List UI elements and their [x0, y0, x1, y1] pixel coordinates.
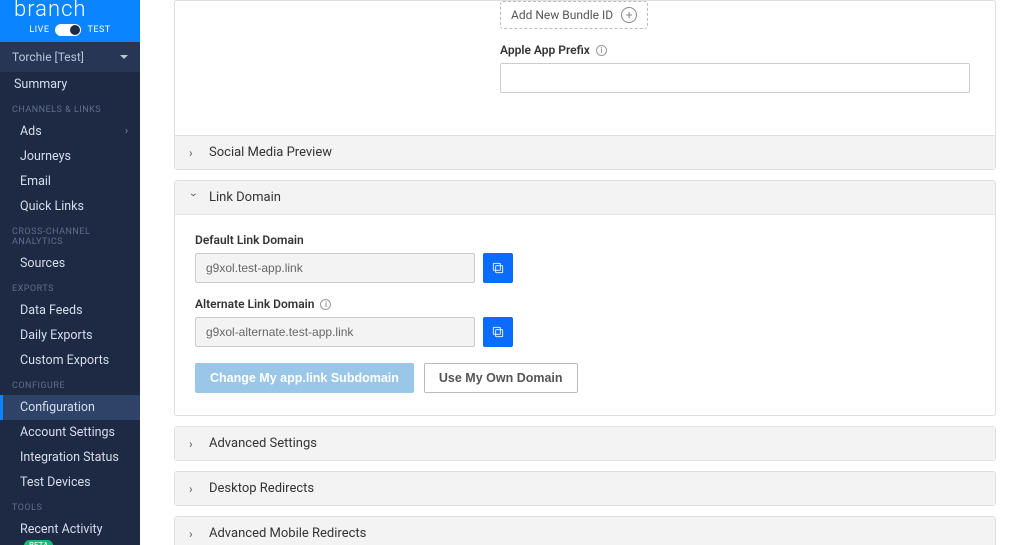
- sidebar-item-email[interactable]: Email: [0, 169, 140, 194]
- advanced-mobile-redirects-card: › Advanced Mobile Redirects: [174, 516, 996, 545]
- sidebar-item-label: Custom Exports: [20, 353, 109, 368]
- sidebar-heading: CONFIGURE: [0, 373, 140, 395]
- desktop-redirects-header[interactable]: › Desktop Redirects: [175, 472, 995, 505]
- sidebar-item-label: Email: [20, 174, 51, 189]
- info-icon[interactable]: i: [320, 299, 331, 310]
- sidebar-item-test-devices[interactable]: Test Devices: [0, 470, 140, 495]
- sidebar-heading: EXPORTS: [0, 276, 140, 298]
- chevron-right-icon: ›: [189, 482, 199, 496]
- caret-down-icon: [120, 55, 128, 59]
- sidebar-item-label: Ads: [20, 124, 42, 139]
- sidebar-item-label: Integration Status: [20, 450, 119, 465]
- sidebar-item-account-settings[interactable]: Account Settings: [0, 420, 140, 445]
- link-domain-header[interactable]: › Link Domain: [175, 181, 995, 214]
- advanced-settings-card: › Advanced Settings: [174, 426, 996, 461]
- env-test-label: TEST: [87, 25, 110, 35]
- apple-prefix-input[interactable]: [500, 63, 970, 93]
- sidebar-item-data-feeds[interactable]: Data Feeds: [0, 298, 140, 323]
- sidebar-item-quick-links[interactable]: Quick Links: [0, 194, 140, 219]
- sidebar-item-sources[interactable]: Sources: [0, 251, 140, 276]
- general-card: Add New Bundle ID + Apple App Prefix i ›…: [174, 0, 996, 170]
- sidebar-heading: CHANNELS & LINKS: [0, 97, 140, 119]
- chevron-right-icon: ›: [125, 126, 128, 137]
- apple-prefix-label: Apple App Prefix i: [500, 43, 975, 57]
- sidebar-item-label: Journeys: [20, 149, 71, 164]
- change-subdomain-button[interactable]: Change My app.link Subdomain: [195, 363, 414, 393]
- brand-logo: branch: [0, 0, 140, 22]
- section-title: Desktop Redirects: [209, 481, 314, 496]
- sidebar-heading: TOOLS: [0, 495, 140, 517]
- section-title: Link Domain: [209, 190, 281, 205]
- link-domain-card: › Link Domain Default Link Domain: [174, 180, 996, 416]
- advanced-mobile-redirects-header[interactable]: › Advanced Mobile Redirects: [175, 517, 995, 545]
- sidebar-item-summary[interactable]: Summary: [0, 72, 140, 97]
- main-content: Add New Bundle ID + Apple App Prefix i ›…: [140, 0, 1024, 545]
- sidebar-item-integration-status[interactable]: Integration Status: [0, 445, 140, 470]
- plus-circle-icon: +: [621, 7, 637, 23]
- sidebar-item-configuration[interactable]: Configuration: [0, 395, 140, 420]
- desktop-redirects-card: › Desktop Redirects: [174, 471, 996, 506]
- chevron-right-icon: ›: [189, 527, 199, 541]
- env-live-label: LIVE: [29, 25, 49, 35]
- social-media-preview-header[interactable]: › Social Media Preview: [175, 135, 995, 169]
- default-link-domain-input[interactable]: [195, 253, 475, 283]
- advanced-settings-header[interactable]: › Advanced Settings: [175, 427, 995, 460]
- add-bundle-button[interactable]: Add New Bundle ID +: [500, 1, 648, 29]
- sidebar-item-journeys[interactable]: Journeys: [0, 144, 140, 169]
- copy-icon: [491, 261, 505, 275]
- sidebar-item-custom-exports[interactable]: Custom Exports: [0, 348, 140, 373]
- copy-default-domain-button[interactable]: [483, 253, 513, 283]
- copy-alternate-domain-button[interactable]: [483, 317, 513, 347]
- chevron-right-icon: ›: [189, 146, 199, 160]
- sidebar-item-daily-exports[interactable]: Daily Exports: [0, 323, 140, 348]
- sidebar-item-label: Configuration: [20, 400, 95, 415]
- sidebar-item-label: Summary: [14, 77, 67, 92]
- copy-icon: [491, 325, 505, 339]
- sidebar-item-label: Recent Activity BETA: [20, 522, 128, 545]
- info-icon[interactable]: i: [596, 45, 607, 56]
- section-title: Advanced Mobile Redirects: [209, 526, 366, 541]
- alternate-link-domain-input[interactable]: [195, 317, 475, 347]
- beta-badge: BETA: [24, 540, 53, 545]
- sidebar-item-recent-activity[interactable]: Recent Activity BETA: [0, 517, 140, 545]
- sidebar-item-label: Account Settings: [20, 425, 115, 440]
- section-title: Advanced Settings: [209, 436, 317, 451]
- sidebar-item-label: Daily Exports: [20, 328, 93, 343]
- alternate-link-domain-label: Alternate Link Domain i: [195, 297, 975, 311]
- env-toggle[interactable]: [55, 24, 81, 36]
- chevron-down-icon: ›: [187, 193, 201, 203]
- app-selector[interactable]: Torchie [Test]: [0, 42, 140, 72]
- chevron-right-icon: ›: [189, 437, 199, 451]
- sidebar-item-label: Data Feeds: [20, 303, 83, 318]
- section-title: Social Media Preview: [209, 145, 332, 160]
- sidebar-item-label: Quick Links: [20, 199, 84, 214]
- sidebar-item-ads[interactable]: Ads ›: [0, 119, 140, 144]
- add-bundle-label: Add New Bundle ID: [511, 8, 613, 22]
- sidebar-item-label: Test Devices: [20, 475, 91, 490]
- default-link-domain-label: Default Link Domain: [195, 233, 975, 247]
- sidebar-item-label: Sources: [20, 256, 65, 271]
- env-toggle-row: LIVE TEST: [0, 22, 140, 42]
- sidebar-heading: CROSS-CHANNEL ANALYTICS: [0, 219, 140, 251]
- app-selector-label: Torchie [Test]: [12, 50, 84, 64]
- sidebar: branch LIVE TEST Torchie [Test] Summary …: [0, 0, 140, 545]
- use-own-domain-button[interactable]: Use My Own Domain: [424, 363, 578, 393]
